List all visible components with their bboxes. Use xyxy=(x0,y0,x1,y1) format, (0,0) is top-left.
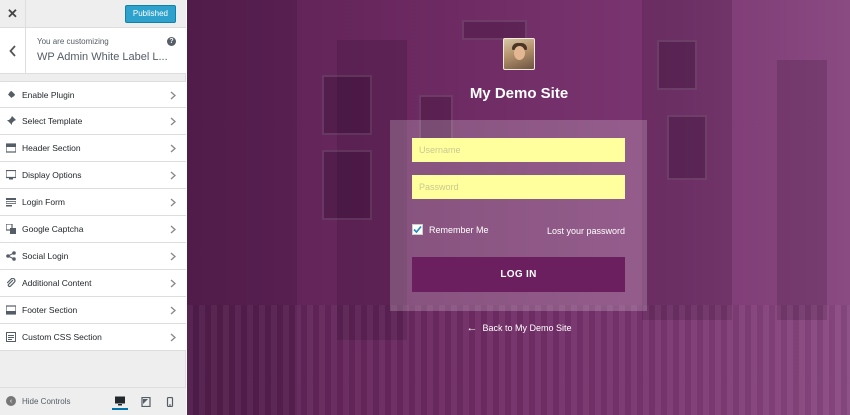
login-button[interactable]: LOG IN xyxy=(412,257,625,292)
preview-desktop-button[interactable] xyxy=(112,394,128,410)
share-icon xyxy=(6,251,16,261)
css-icon xyxy=(6,332,16,342)
header-icon xyxy=(6,143,16,153)
background-window xyxy=(322,75,372,135)
background-window xyxy=(322,150,372,220)
pin-icon xyxy=(6,116,16,126)
menu-label: Select Template xyxy=(22,116,83,126)
menu-label: Display Options xyxy=(22,170,82,180)
customizer-sidebar: ✕ Published You are customizing ? WP Adm… xyxy=(0,0,186,415)
site-preview: My Demo Site Username Password Remember … xyxy=(187,0,850,415)
menu-label: Additional Content xyxy=(22,278,92,288)
logo-face xyxy=(514,46,525,60)
background-window xyxy=(667,115,707,180)
username-field[interactable]: Username xyxy=(412,138,625,162)
tablet-icon xyxy=(141,397,151,407)
menu-item-login-form[interactable]: Login Form xyxy=(0,189,186,216)
background-window xyxy=(657,40,697,90)
back-button[interactable] xyxy=(0,28,26,73)
menu-label: Google Captcha xyxy=(22,224,84,234)
password-field[interactable]: Password xyxy=(412,175,625,199)
menu-item-additional-content[interactable]: Additional Content xyxy=(0,270,186,297)
menu-item-header-section[interactable]: Header Section xyxy=(0,135,186,162)
checkmark-icon xyxy=(413,225,422,234)
chevron-right-icon xyxy=(170,117,176,126)
chevron-right-icon xyxy=(170,198,176,207)
chevron-right-icon xyxy=(170,252,176,261)
menu-item-footer-section[interactable]: Footer Section xyxy=(0,297,186,324)
login-panel: Username Password Remember Me Lost your … xyxy=(390,120,647,311)
publish-button[interactable]: Published xyxy=(124,5,176,23)
chevron-right-icon xyxy=(170,91,176,100)
chevron-right-icon xyxy=(170,306,176,315)
chevron-right-icon xyxy=(170,279,176,288)
chevron-left-icon xyxy=(8,44,16,57)
menu-item-custom-css-section[interactable]: Custom CSS Section xyxy=(0,324,186,351)
menu-item-enable-plugin[interactable]: Enable Plugin xyxy=(0,81,186,108)
menu-label: Login Form xyxy=(22,197,65,207)
captcha-icon xyxy=(6,224,16,234)
menu-item-display-options[interactable]: Display Options xyxy=(0,162,186,189)
mobile-icon xyxy=(166,397,174,407)
chevron-right-icon xyxy=(170,225,176,234)
background-sign xyxy=(462,20,527,40)
menu-item-google-captcha[interactable]: Google Captcha xyxy=(0,216,186,243)
close-customizer-button[interactable]: ✕ xyxy=(0,0,26,28)
plugin-icon xyxy=(6,89,16,100)
desktop-icon xyxy=(115,396,125,406)
menu-label: Enable Plugin xyxy=(22,89,75,100)
hide-controls-button[interactable]: ‹ Hide Controls xyxy=(6,396,70,406)
arrow-left-icon: ← xyxy=(466,322,478,334)
customizing-title: WP Admin White Label L... xyxy=(37,51,168,63)
remember-label: Remember Me xyxy=(429,224,489,235)
background-building xyxy=(777,60,827,320)
chevron-right-icon xyxy=(170,171,176,180)
chevron-right-icon xyxy=(170,333,176,342)
remember-checkbox[interactable] xyxy=(412,224,423,235)
paperclip-icon xyxy=(6,278,16,288)
customizer-topbar: ✕ Published xyxy=(0,0,186,28)
site-title: My Demo Site xyxy=(469,85,569,102)
menu-item-select-template[interactable]: Select Template xyxy=(0,108,186,135)
form-icon xyxy=(6,197,16,207)
footer-icon xyxy=(6,305,16,315)
collapse-icon: ‹ xyxy=(6,396,16,406)
monitor-icon xyxy=(6,170,16,180)
remember-me[interactable]: Remember Me xyxy=(412,224,489,235)
back-to-site-label: Back to My Demo Site xyxy=(482,323,572,333)
preview-mobile-button[interactable] xyxy=(162,394,178,410)
close-icon: ✕ xyxy=(7,6,18,21)
menu-label: Header Section xyxy=(22,143,81,153)
menu-label: Footer Section xyxy=(22,305,78,315)
customizer-footer: ‹ Hide Controls xyxy=(0,387,186,415)
help-icon[interactable]: ? xyxy=(167,37,176,46)
back-to-site-link[interactable]: ← Back to My Demo Site xyxy=(374,322,664,334)
menu-label: Social Login xyxy=(22,251,69,261)
preview-tablet-button[interactable] xyxy=(138,394,154,410)
customize-info: You are customizing ? WP Admin White Lab… xyxy=(0,28,186,74)
site-logo[interactable] xyxy=(503,38,535,70)
menu-item-social-login[interactable]: Social Login xyxy=(0,243,186,270)
lost-password-link[interactable]: Lost your password xyxy=(547,226,625,236)
chevron-right-icon xyxy=(170,144,176,153)
hide-controls-label: Hide Controls xyxy=(22,396,71,406)
menu-label: Custom CSS Section xyxy=(22,332,102,342)
customizing-label: You are customizing xyxy=(37,37,109,46)
section-menu: Enable Plugin Select Template Header Sec… xyxy=(0,81,186,351)
